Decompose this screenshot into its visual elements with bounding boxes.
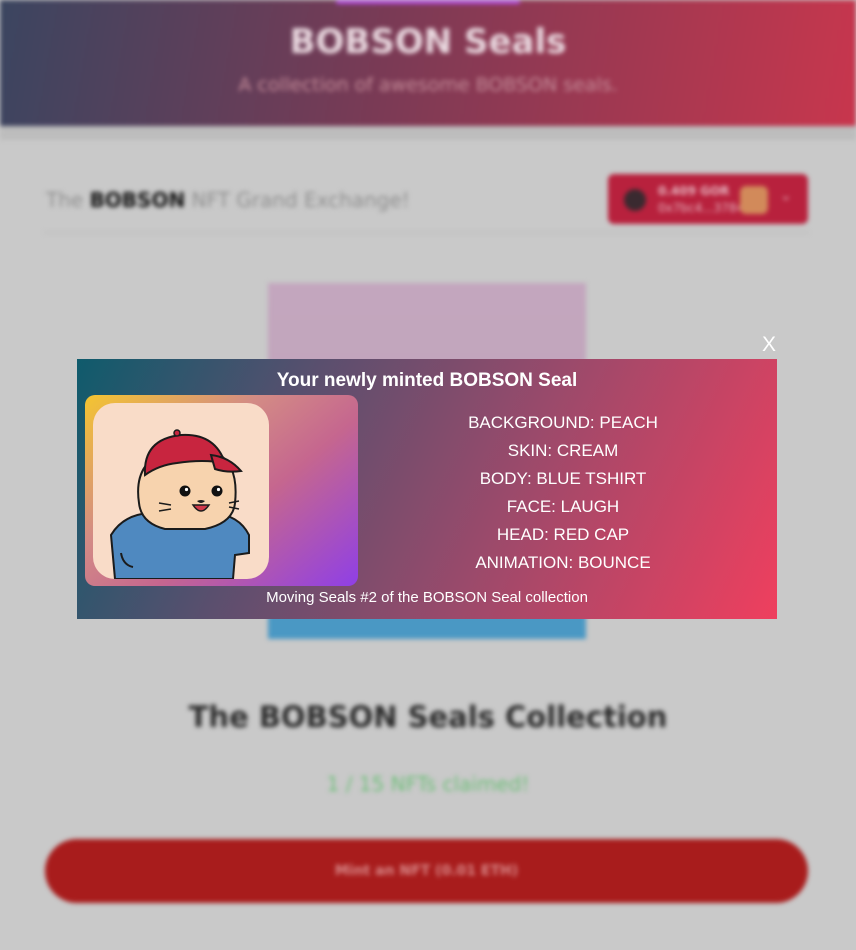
modal-title: Your newly minted BOBSON Seal — [276, 370, 578, 391]
trait-list: BACKGROUND: PEACH SKIN: CREAM BODY: BLUE… — [422, 411, 704, 579]
trait-face: FACE: LAUGH — [506, 497, 620, 516]
collection-title: The BOBSON Seals Collection — [188, 700, 668, 734]
trait-skin: SKIN: CREAM — [507, 441, 619, 460]
modal-caption: Moving Seals #2 of the BOBSON Seal colle… — [266, 589, 588, 606]
brand-name: BOBSON — [89, 188, 186, 212]
claimed-count: 1 / 15 NFTs claimed! — [326, 772, 530, 796]
trait-head: HEAD: RED CAP — [496, 525, 630, 544]
seal-illustration — [109, 429, 250, 579]
nav-divider — [44, 232, 809, 233]
brand-prefix: The — [46, 188, 90, 212]
wallet-balance: 0.409 GOR — [658, 184, 730, 198]
wallet-button[interactable]: 0.409 GOR 0x7bc4...3784 ⌄ — [608, 174, 808, 224]
network-icon — [624, 189, 646, 211]
chevron-down-icon: ⌄ — [780, 188, 792, 204]
brand-text: The BOBSON NFT Grand Exchange! — [46, 188, 410, 212]
mint-result-modal: Your newly minted BOBSON Seal BACKGROUND… — [77, 359, 777, 619]
trait-animation: ANIMATION: BOUNCE — [475, 553, 651, 572]
wallet-avatar — [740, 186, 768, 214]
brand-suffix: NFT Grand Exchange! — [185, 188, 410, 212]
seal-image — [93, 403, 269, 579]
trait-background: BACKGROUND: PEACH — [468, 413, 658, 432]
hero-accent-bar — [336, 0, 520, 4]
header-divider — [0, 126, 856, 140]
hero-banner: BOBSON Seals A collection of awesome BOB… — [0, 0, 856, 126]
close-button[interactable]: X — [762, 333, 776, 357]
site-subtitle: A collection of awesome BOBSON seals. — [238, 74, 618, 96]
wallet-address: 0x7bc4...3784 — [658, 201, 745, 215]
mint-button[interactable]: Mint an NFT (0.01 ETH) — [45, 839, 808, 903]
site-title: BOBSON Seals — [289, 22, 567, 62]
trait-body: BODY: BLUE TSHIRT — [479, 469, 647, 488]
seal-art-frame — [85, 395, 358, 586]
